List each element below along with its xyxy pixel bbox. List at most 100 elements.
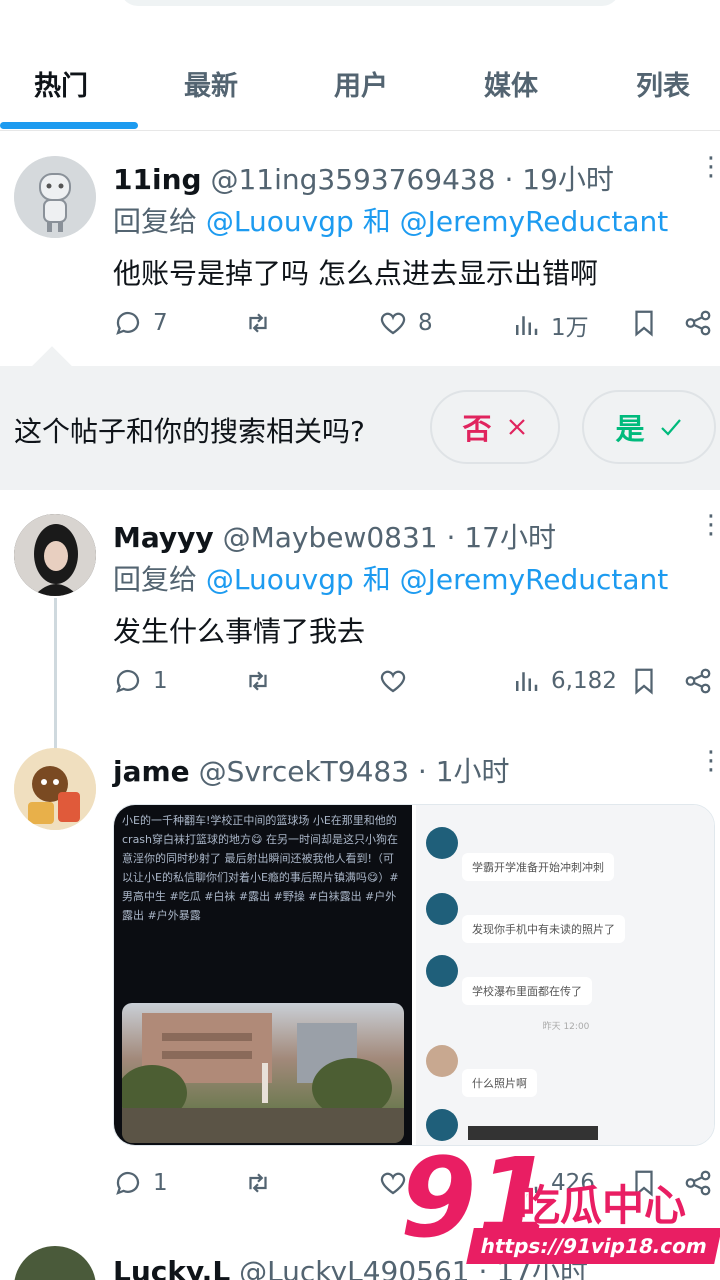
post-text: 发生什么事情了我去 [113, 615, 366, 648]
handle[interactable]: @SvrcekT9483 [199, 755, 409, 788]
avatar[interactable] [14, 156, 96, 238]
chat-bubble: 学校瀑布里面都在传了 [462, 977, 592, 1005]
timestamp[interactable]: 1小时 [436, 755, 510, 788]
chat-avatar [426, 893, 458, 925]
like-button[interactable]: 8 [378, 308, 433, 338]
like-count: 8 [418, 310, 433, 336]
chat-avatar [426, 827, 458, 859]
display-name[interactable]: Lucky.L [113, 1255, 230, 1280]
mention-link[interactable]: @Luouvgp [206, 563, 354, 596]
media-image-left[interactable]: 小E的一千种翻车!学校正中间的篮球场 小E在那里和他的crash穿白袜打篮球的地… [114, 805, 412, 1145]
mention-link[interactable]: @JeremyReductant [400, 563, 669, 596]
view-count: 1万 [551, 315, 589, 341]
retweet-button[interactable] [243, 308, 283, 338]
mention-link[interactable]: @JeremyReductant [400, 205, 669, 238]
chat-message: 学校瀑布里面都在传了 [462, 977, 592, 1005]
avatar[interactable] [14, 514, 96, 596]
handle[interactable]: @Maybew0831 [223, 521, 438, 554]
reply-context: 回复给 @Luouvgp 和 @JeremyReductant [113, 558, 668, 598]
post-media[interactable]: 小E的一千种翻车!学校正中间的篮球场 小E在那里和他的crash穿白袜打篮球的地… [113, 804, 715, 1146]
chat-message: 什么照片啊 [462, 1069, 537, 1097]
chat-message [426, 1045, 458, 1077]
handle[interactable]: @11ing3593769438 [210, 163, 495, 196]
tab-latest[interactable]: 最新 [184, 64, 238, 103]
active-tab-indicator [0, 122, 138, 129]
search-bar[interactable] [120, 0, 620, 6]
post-actions: 7 8 1万 [113, 308, 713, 348]
watermark-url: https://91vip18.com [466, 1228, 720, 1264]
separator: · [417, 755, 427, 788]
chat-message [426, 827, 458, 859]
reply-prefix: 回复给 [113, 563, 198, 596]
relevance-feedback: 这个帖子和你的搜索相关吗? 否 是 [0, 346, 720, 490]
display-name[interactable]: Mayyy [113, 521, 214, 554]
tab-hot[interactable]: 热门 [34, 64, 88, 103]
thread-line [54, 598, 57, 748]
chat-avatar [426, 1045, 458, 1077]
bookmark-button[interactable] [629, 308, 659, 338]
post-text: 他账号是掉了吗 怎么点进去显示出错啊 [113, 257, 598, 290]
chat-message [426, 893, 458, 925]
feedback-question: 这个帖子和你的搜索相关吗? [14, 415, 365, 448]
media-photo [122, 1003, 404, 1143]
mention-link[interactable]: @Luouvgp [206, 205, 354, 238]
media-image-right[interactable]: 学霸开学准备开始冲刺冲刺 发现你手机中有未读的照片了 学校瀑布里面都在传了 昨天… [416, 805, 714, 1145]
avatar[interactable] [14, 1246, 96, 1280]
display-name[interactable]: jame [113, 755, 190, 788]
reply-icon [116, 311, 140, 335]
reply-count: 7 [153, 310, 168, 336]
feedback-yes-button[interactable]: 是 [582, 390, 716, 464]
post-header: jame @SvrcekT9483 · 1小时 [113, 750, 510, 790]
like-button[interactable] [378, 666, 418, 696]
chat-message: 发现你手机中有未读的照片了 [462, 915, 625, 943]
search-tabs: 热门 最新 用户 媒体 列表 [0, 40, 720, 130]
tab-users[interactable]: 用户 [334, 64, 388, 103]
chat-message [426, 955, 458, 987]
retweet-button[interactable] [243, 1168, 283, 1198]
timestamp[interactable]: 17小时 [464, 521, 556, 554]
views-icon [516, 672, 538, 691]
chat-message: 学霸开学准备开始冲刺冲刺 [462, 853, 614, 881]
post-actions: 1 6,182 [113, 666, 713, 706]
share-icon [685, 310, 711, 336]
view-count: 6,182 [551, 668, 617, 694]
views-button[interactable]: 1万 [511, 308, 589, 342]
retweet-icon [249, 313, 267, 333]
more-options-icon[interactable]: ⋮ [698, 154, 720, 180]
separator: · [446, 521, 456, 554]
feedback-notch [32, 346, 72, 386]
feedback-no-button[interactable]: 否 [430, 390, 560, 464]
chat-bubble: 学霸开学准备开始冲刺冲刺 [462, 853, 614, 881]
share-button[interactable] [683, 666, 713, 696]
chat-timestamp: 昨天 12:00 [542, 1022, 590, 1032]
reply-button[interactable]: 1 [113, 666, 168, 696]
feedback-no-label: 否 [462, 412, 492, 446]
bookmark-icon [635, 310, 653, 337]
close-icon [508, 419, 525, 435]
more-options-icon[interactable]: ⋮ [698, 512, 720, 538]
media-caption: 小E的一千种翻车!学校正中间的篮球场 小E在那里和他的crash穿白袜打篮球的地… [122, 814, 399, 922]
share-icon [685, 668, 711, 694]
timestamp[interactable]: 19小时 [522, 163, 614, 196]
reply-button[interactable]: 7 [113, 308, 168, 338]
reply-count: 1 [153, 668, 168, 694]
chat-bubble: 发现你手机中有未读的照片了 [462, 915, 625, 943]
reply-context: 回复给 @Luouvgp 和 @JeremyReductant [113, 200, 668, 240]
share-button[interactable] [683, 308, 713, 338]
reply-and: 和 [362, 205, 391, 238]
chat-avatar [426, 955, 458, 987]
heart-icon [380, 670, 406, 693]
views-button[interactable]: 6,182 [511, 666, 617, 696]
more-options-icon[interactable]: ⋮ [698, 748, 720, 774]
tab-lists[interactable]: 列表 [636, 64, 690, 103]
display-name[interactable]: 11ing [113, 163, 202, 196]
chat-bubble: 什么照片啊 [462, 1069, 537, 1097]
retweet-button[interactable] [243, 666, 283, 696]
tab-media[interactable]: 媒体 [484, 64, 538, 103]
divider [0, 130, 720, 131]
avatar[interactable] [14, 748, 96, 830]
reply-prefix: 回复给 [113, 205, 198, 238]
reply-button[interactable]: 1 [113, 1168, 168, 1198]
bookmark-button[interactable] [629, 666, 659, 696]
views-icon [516, 316, 538, 335]
